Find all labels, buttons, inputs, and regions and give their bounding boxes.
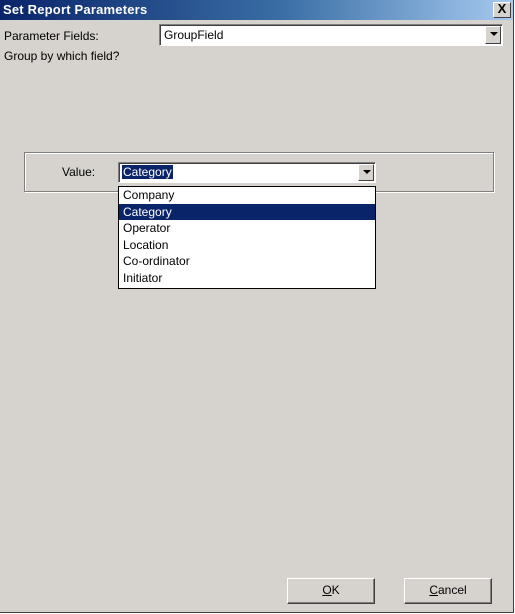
list-item[interactable]: Initiator [119, 270, 375, 287]
value-selected-text: Category [122, 165, 173, 179]
list-item[interactable]: Category [119, 203, 375, 220]
report-parameters-dialog: Set Report Parameters X Parameter Fields… [0, 0, 514, 613]
list-item[interactable]: Company [119, 187, 375, 204]
close-icon: X [497, 1, 507, 16]
window-title: Set Report Parameters [3, 2, 148, 17]
ok-button[interactable]: OK [287, 578, 375, 604]
prompt-text: Group by which field? [4, 49, 120, 63]
chevron-down-icon [490, 32, 498, 36]
close-button[interactable]: X [493, 2, 511, 18]
value-dropdown[interactable]: Category [118, 162, 376, 183]
ok-label-rest: K [331, 583, 340, 597]
value-dropdown-button[interactable] [358, 164, 374, 181]
cancel-button[interactable]: Cancel [404, 578, 492, 604]
list-item[interactable]: Location [119, 237, 375, 254]
parameter-fields-value: GroupField [164, 28, 224, 42]
chevron-down-icon [363, 170, 371, 174]
cancel-label-rest: ancel [437, 583, 467, 597]
parameter-fields-dropdown-button[interactable] [485, 26, 501, 44]
value-options-list[interactable]: Company Category Operator Location Co-or… [118, 186, 376, 289]
list-item[interactable]: Co-ordinator [119, 253, 375, 270]
ok-mnemonic: O [322, 583, 332, 597]
title-bar[interactable]: Set Report Parameters X [0, 0, 513, 20]
parameter-fields-label: Parameter Fields: [4, 29, 99, 43]
value-label: Value: [62, 165, 96, 179]
list-item[interactable]: Operator [119, 220, 375, 237]
cancel-mnemonic: C [429, 583, 438, 597]
parameter-fields-dropdown[interactable]: GroupField [159, 24, 503, 46]
